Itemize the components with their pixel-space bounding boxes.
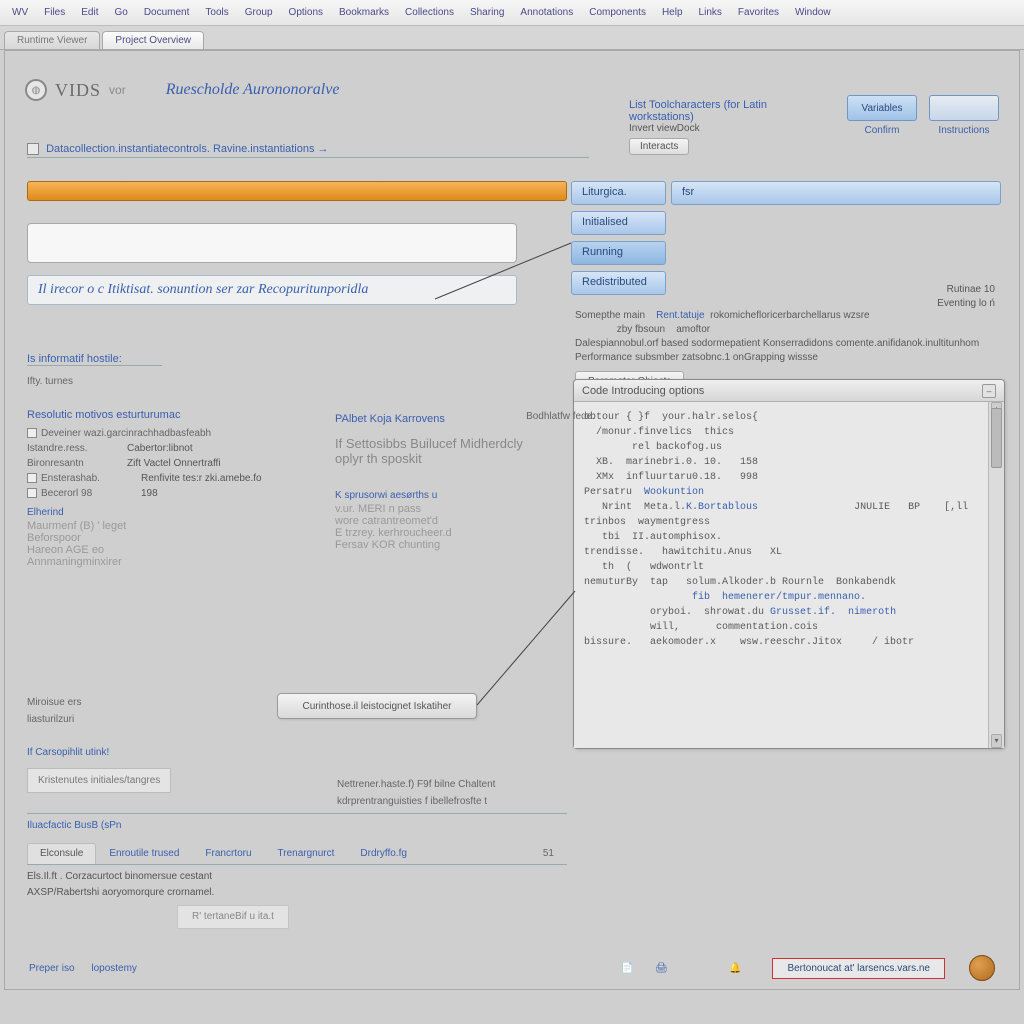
- status-tab-1[interactable]: Liturgica.: [571, 181, 666, 205]
- menu-item[interactable]: Links: [693, 4, 728, 21]
- info-title: List Toolcharacters (for Latin workstati…: [629, 99, 819, 123]
- info-block: List Toolcharacters (for Latin workstati…: [629, 99, 819, 155]
- lower-separator: Iluacfactic BusB (sPn: [27, 813, 567, 831]
- section-header-3: PAlbet Koja Karrovens: [335, 413, 555, 426]
- menu-item[interactable]: Favorites: [732, 4, 785, 21]
- console-window: Code Introducing options – obtour { }f y…: [573, 379, 1005, 749]
- menu-item[interactable]: Go: [108, 4, 133, 21]
- scroll-down-icon[interactable]: ▾: [991, 734, 1002, 748]
- action-sub-1[interactable]: Confirm: [864, 125, 899, 136]
- caption-box: Il irecor o c Itiktisat. sonuntion ser z…: [27, 275, 517, 305]
- detail-mid-column: PAlbet Koja Karrovens If Settosibbs Buil…: [335, 413, 555, 551]
- console-scrollbar[interactable]: ▴ ▾: [988, 402, 1004, 748]
- main-canvas: ◍ VIDS vor Ruescholde Aurononoralve List…: [4, 50, 1020, 990]
- menu-item[interactable]: Collections: [399, 4, 460, 21]
- checkbox-icon[interactable]: [27, 428, 37, 438]
- secondary-action-button[interactable]: [929, 95, 999, 121]
- status-tab-3[interactable]: Running: [571, 241, 666, 265]
- breadcrumb-text: Datacollection.instantiatecontrols. Ravi…: [46, 143, 328, 155]
- detail-left-column: Is informatif hostile: Ifty. turnes Reso…: [27, 353, 327, 568]
- progress-bar: [27, 181, 567, 201]
- primary-action-button[interactable]: Variables: [847, 95, 917, 121]
- logo-icon: ◍: [25, 79, 47, 101]
- menu-item[interactable]: Window: [789, 4, 837, 21]
- menu-item[interactable]: Components: [583, 4, 652, 21]
- menu-item[interactable]: Help: [656, 4, 689, 21]
- tab-active[interactable]: Project Overview: [102, 31, 204, 49]
- info-button[interactable]: Interacts: [629, 138, 689, 155]
- tab-inactive[interactable]: Runtime Viewer: [4, 31, 100, 49]
- section-header-2: Resolutic motivos esturturumac: [27, 409, 327, 422]
- right-top-2: Eventing lo ń: [937, 297, 995, 311]
- footer-icon[interactable]: 🖨: [650, 957, 672, 979]
- bottom-tab-strip: Elconsule Enroutile trused Francrtoru Tr…: [27, 843, 567, 865]
- status-tab-1-value[interactable]: fsr: [671, 181, 1001, 205]
- brand-name: VIDS: [55, 80, 101, 101]
- menu-item[interactable]: Annotations: [514, 4, 579, 21]
- globe-icon[interactable]: [969, 955, 995, 981]
- menu-item[interactable]: Document: [138, 4, 196, 21]
- bottom-ghost-button[interactable]: R' tertaneBif u ita.t: [177, 905, 289, 929]
- bottom-tab[interactable]: Elconsule: [27, 843, 96, 864]
- lower-panel: Kristenutes initiales/tangres: [27, 768, 171, 793]
- lower-link[interactable]: If Carsopihlit utink!: [27, 747, 567, 758]
- menu-item[interactable]: Sharing: [464, 4, 510, 21]
- breadcrumb-link[interactable]: Datacollection.instantiatecontrols. Ravi…: [27, 143, 589, 158]
- scroll-thumb[interactable]: [991, 408, 1002, 468]
- checkbox-icon[interactable]: [27, 488, 37, 498]
- menu-bar[interactable]: WV Files Edit Go Document Tools Group Op…: [0, 0, 1024, 26]
- footer-link[interactable]: lopostemy: [91, 963, 137, 974]
- footer-alert-box[interactable]: Bertonoucat at' larsencs.vars.ne: [772, 958, 945, 979]
- page-title: Ruescholde Aurononoralve: [166, 81, 340, 99]
- bottom-tab-right: 51: [530, 843, 567, 864]
- bottom-tab[interactable]: Trenargnurct: [265, 843, 348, 864]
- minimize-icon[interactable]: –: [982, 384, 996, 398]
- footer-icon[interactable]: 📄: [616, 957, 638, 979]
- menu-item[interactable]: Files: [38, 4, 71, 21]
- lower-section: Miroisue ers liasturilzuri If Carsopihli…: [27, 691, 567, 831]
- brand-sub: vor: [109, 83, 126, 97]
- right-label: Bodhlatfw fede.: [526, 411, 595, 422]
- section-header-1: Is informatif hostile:: [27, 353, 162, 366]
- document-icon: [27, 143, 39, 155]
- info-line: Invert viewDock: [629, 123, 819, 134]
- menu-item[interactable]: Options: [283, 4, 329, 21]
- right-top-1: Rutinae 10: [947, 283, 995, 297]
- menu-item[interactable]: Group: [239, 4, 279, 21]
- menu-item[interactable]: Edit: [75, 4, 104, 21]
- bottom-tab[interactable]: Enroutile trused: [96, 843, 192, 864]
- tab-strip: Runtime Viewer Project Overview: [0, 26, 1024, 50]
- bottom-tab[interactable]: Francrtoru: [192, 843, 264, 864]
- page-header: ◍ VIDS vor Ruescholde Aurononoralve: [25, 79, 339, 101]
- menu-item[interactable]: WV: [6, 4, 34, 21]
- footer: Preper iso lopostemy 📄 🖨 🔔 Bertonoucat a…: [5, 953, 1019, 983]
- menu-item[interactable]: Tools: [199, 4, 234, 21]
- console-title: Code Introducing options: [582, 385, 704, 397]
- bottom-tab[interactable]: Drdryffo.fg: [347, 843, 420, 864]
- status-tab-4[interactable]: Redistributed: [571, 271, 666, 295]
- sub-header: Elherind: [27, 507, 327, 518]
- menu-item[interactable]: Bookmarks: [333, 4, 395, 21]
- checkbox-icon[interactable]: [27, 473, 37, 483]
- bottom-info: Els.Il.ft . Corzacurtoct binomersue cest…: [27, 869, 289, 929]
- status-tab-2[interactable]: Initialised: [571, 211, 666, 235]
- footer-link[interactable]: Preper iso: [29, 963, 75, 974]
- footer-icon[interactable]: 🔔: [724, 957, 746, 979]
- text-input-panel[interactable]: [27, 223, 517, 263]
- console-titlebar[interactable]: Code Introducing options –: [574, 380, 1004, 402]
- console-body[interactable]: obtour { }f your.halr.selos{ /monur.finv…: [574, 402, 1004, 748]
- action-bar: Variables Confirm Instructions: [847, 95, 999, 136]
- action-sub-2[interactable]: Instructions: [938, 125, 989, 136]
